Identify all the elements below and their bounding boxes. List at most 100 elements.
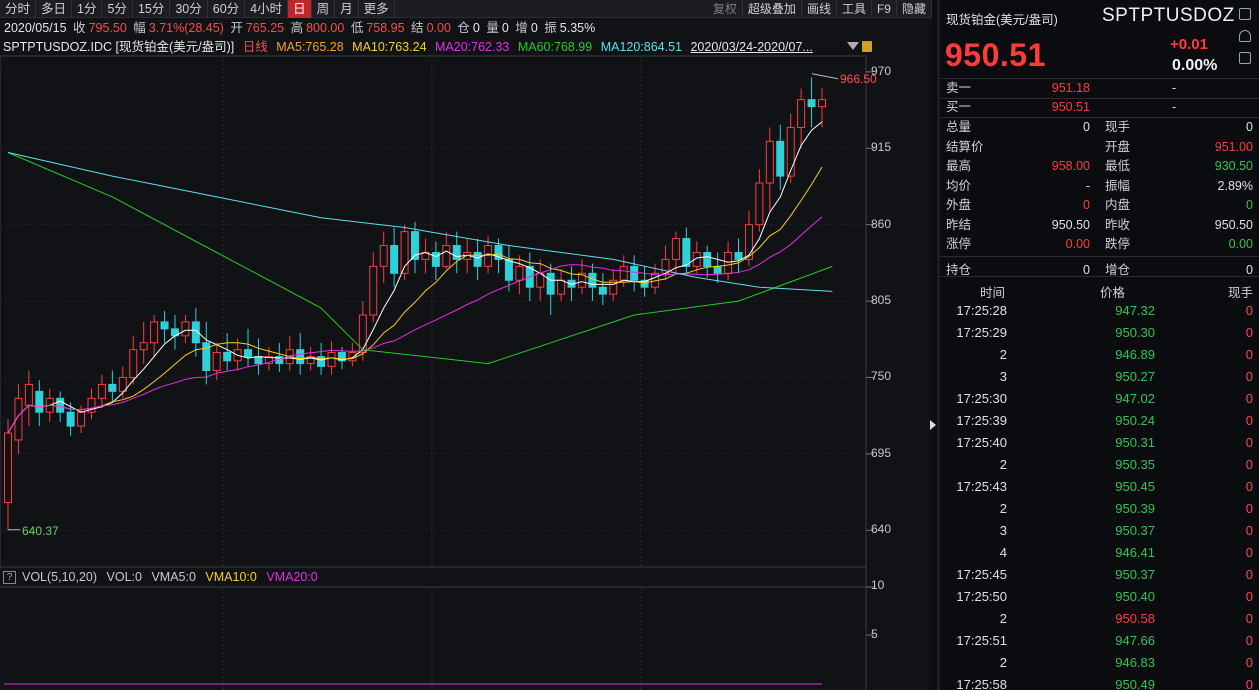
- tick-row[interactable]: 17:25:43 950.45 0: [940, 476, 1259, 498]
- stat-label: 涨停: [946, 237, 972, 251]
- candle-body: [671, 238, 680, 260]
- tick-row[interactable]: 17:25:39 950.24 0: [940, 410, 1259, 432]
- period-tab-9[interactable]: 周: [312, 0, 336, 18]
- panel-toggle-icon[interactable]: [930, 420, 936, 430]
- candle-body: [14, 397, 23, 441]
- toolbar-action-4[interactable]: F9: [872, 0, 897, 18]
- tick-row[interactable]: 17:25:45 950.37 0: [940, 564, 1259, 586]
- period-tab-7[interactable]: 4小时: [245, 0, 289, 18]
- candle-body: [651, 272, 660, 288]
- tick-row[interactable]: 17:25:58 950.49 0: [940, 674, 1259, 690]
- ticks-header-price: 价格: [1100, 286, 1126, 300]
- lock-icon[interactable]: [862, 41, 872, 52]
- bid-price: 950.51: [1051, 100, 1090, 114]
- tick-row[interactable]: 17:25:30 947.02 0: [940, 388, 1259, 410]
- vol-value: VOL:0: [106, 570, 142, 584]
- period-tab-11[interactable]: 更多: [359, 0, 395, 18]
- quote-panel: 现货铂金(美元/盎司) SPTPTUSDOZ 950.51 +0.01 0.00…: [940, 0, 1259, 690]
- tick-price: 946.83: [1115, 655, 1155, 670]
- info-open: 765.25: [245, 21, 285, 35]
- period-tab-5[interactable]: 30分: [170, 0, 208, 18]
- period-tab-8[interactable]: 日: [288, 0, 312, 18]
- candle-body: [765, 140, 774, 184]
- tick-price: 950.37: [1115, 567, 1155, 582]
- candle-body: [181, 321, 190, 337]
- toolbar-action-2[interactable]: 画线: [802, 0, 837, 18]
- help-icon[interactable]: ?: [3, 571, 16, 585]
- tick-row[interactable]: 2 946.83 0: [940, 652, 1259, 674]
- info-range-label: 幅: [133, 21, 146, 35]
- period-tab-4[interactable]: 15分: [133, 0, 171, 18]
- candle-body: [306, 356, 315, 365]
- candle-body: [150, 321, 159, 344]
- divider: [940, 276, 1259, 277]
- instrument-name: 现货铂金(美元/盎司): [946, 13, 1058, 27]
- candle-body: [254, 356, 263, 365]
- stats-row: 昨结 950.50 昨收 950.50: [940, 216, 1259, 235]
- candle-body: [692, 251, 701, 267]
- tick-row[interactable]: 2 950.39 0: [940, 498, 1259, 520]
- stat-value: 0: [1246, 120, 1253, 134]
- tick-row[interactable]: 2 946.89 0: [940, 344, 1259, 366]
- period-tab-0[interactable]: 分时: [0, 0, 37, 18]
- tick-row[interactable]: 2 950.58 0: [940, 608, 1259, 630]
- toolbar-action-5[interactable]: 隐藏: [897, 0, 932, 18]
- alert-bell-icon[interactable]: [1239, 30, 1251, 42]
- stat-label: 均价: [946, 178, 972, 193]
- toolbar-action-0[interactable]: 复权: [708, 0, 743, 18]
- candle-body: [515, 265, 524, 281]
- tick-qty: 0: [1245, 347, 1253, 362]
- period-tab-6[interactable]: 60分: [208, 0, 246, 18]
- stat-value: 0: [1083, 198, 1090, 212]
- tick-time: 2: [999, 655, 1007, 670]
- candle-body: [609, 279, 618, 295]
- vma10-value: VMA10:0: [205, 570, 257, 584]
- toolbar-action-1[interactable]: 超级叠加: [743, 0, 802, 18]
- tick-qty: 0: [1245, 523, 1253, 538]
- tick-row[interactable]: 17:25:50 950.40 0: [940, 586, 1259, 608]
- info-inc: 0: [530, 21, 538, 35]
- tick-row[interactable]: 3 950.37 0: [940, 520, 1259, 542]
- candle-body: [118, 376, 127, 392]
- tick-price: 950.39: [1115, 501, 1155, 516]
- candlestick-chart[interactable]: 966.50640.37: [0, 0, 932, 690]
- candle-body: [463, 251, 472, 260]
- tick-row[interactable]: 4 946.41 0: [940, 542, 1259, 564]
- candle-body: [818, 99, 826, 108]
- tick-time: 17:25:50: [956, 589, 1007, 604]
- candle-body: [588, 272, 597, 288]
- tick-row[interactable]: 17:25:29 950.30 0: [940, 322, 1259, 344]
- legend-collapse-icon[interactable]: [847, 42, 859, 50]
- tick-row[interactable]: 17:25:51 947.66 0: [940, 630, 1259, 652]
- ask-qty: -: [1172, 81, 1177, 95]
- tick-qty: 0: [1245, 391, 1253, 406]
- legend-ma60: MA60:768.99: [517, 40, 593, 54]
- tick-row[interactable]: 2 950.35 0: [940, 454, 1259, 476]
- candle-body: [504, 258, 513, 281]
- tick-row[interactable]: 3 950.27 0: [940, 366, 1259, 388]
- add-watchlist-icon[interactable]: [1239, 52, 1251, 64]
- legend-period: 日线: [242, 40, 268, 54]
- ma-legend: SPTPTUSDOZ.IDC [现货铂金(美元/盎司)] 日线 MA5:765.…: [0, 38, 932, 56]
- period-tab-3[interactable]: 5分: [102, 0, 133, 18]
- window-icon[interactable]: [1239, 8, 1251, 20]
- period-tab-10[interactable]: 月: [335, 0, 359, 18]
- toolbar-action-3[interactable]: 工具: [837, 0, 872, 18]
- info-range: 3.71%(28.45): [148, 21, 224, 35]
- tick-qty: 0: [1245, 435, 1253, 450]
- candle-body: [264, 356, 273, 365]
- chart-area[interactable]: 分时 多日 1分 5分 15分 30分 60分 4小时日周月更多 复权 超级叠加 画线 工具 F9 隐藏 …: [0, 0, 932, 690]
- period-tab-2[interactable]: 1分: [72, 0, 103, 18]
- tick-qty: 0: [1245, 413, 1253, 428]
- candle-body: [97, 383, 106, 399]
- candle-body: [348, 351, 357, 362]
- tick-price: 947.02: [1115, 391, 1155, 406]
- period-tab-1[interactable]: 多日: [36, 0, 73, 18]
- tick-row[interactable]: 17:25:28 947.32 0: [940, 300, 1259, 322]
- candle-body: [35, 390, 44, 413]
- tick-qty: 0: [1245, 567, 1253, 582]
- legend-date-range[interactable]: 2020/03/24-2020/07...: [690, 40, 812, 54]
- candle-body: [577, 272, 586, 288]
- candle-body: [24, 383, 33, 406]
- tick-row[interactable]: 17:25:40 950.31 0: [940, 432, 1259, 454]
